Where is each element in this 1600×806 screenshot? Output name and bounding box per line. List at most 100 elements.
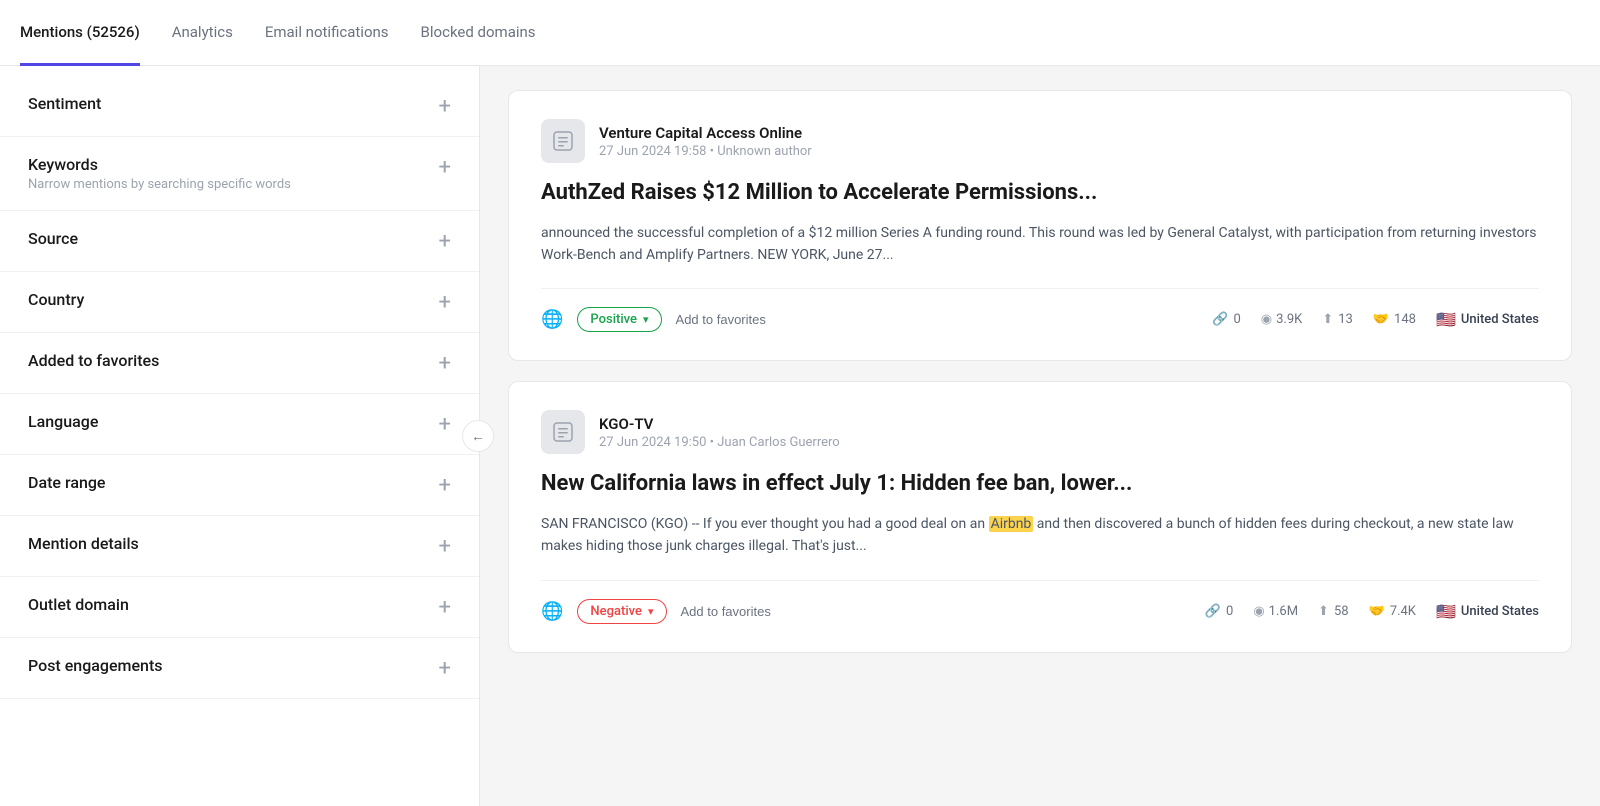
expand-filter-icon-date-range[interactable]: + — [439, 475, 451, 497]
sidebar-filter-label-mention-details: Mention details — [28, 534, 139, 553]
country-name: United States — [1461, 604, 1539, 619]
sidebar-filter-label-post-engagements: Post engagements — [28, 656, 163, 675]
sentiment-badge[interactable]: Positive ▾ — [577, 307, 661, 332]
engagements-value: 7.4K — [1390, 604, 1416, 619]
people-icon: 🤝 — [1373, 312, 1389, 327]
link-icon: 🔗 — [1205, 604, 1221, 619]
sidebar-filter-sublabel-keywords: Narrow mentions by searching specific wo… — [28, 177, 291, 192]
shares-value: 58 — [1334, 604, 1349, 619]
source-avatar — [541, 119, 585, 163]
sidebar: Sentiment + Keywords Narrow mentions by sea… — [0, 66, 480, 806]
globe-icon: 🌐 — [541, 601, 563, 622]
tab-email-notifications[interactable]: Email notifications — [265, 1, 389, 66]
add-to-favorites-button[interactable]: Add to favorites — [681, 604, 771, 619]
reach-icon: ◉ — [1261, 312, 1271, 327]
article-footer: 🌐Negative▾Add to favorites🔗0◉1.6M⬆58🤝7.4… — [541, 580, 1539, 624]
sidebar-filter-label-keywords: Keywords — [28, 155, 291, 174]
reach-stat: ◉ 1.6M — [1253, 604, 1298, 619]
main-layout: Sentiment + Keywords Narrow mentions by sea… — [0, 66, 1600, 806]
chart-icon: ⬆ — [1318, 604, 1329, 619]
link-icon: 🔗 — [1212, 312, 1228, 327]
engagements-value: 148 — [1394, 312, 1416, 327]
sidebar-filter-label-outlet-domain: Outlet domain — [28, 595, 129, 614]
collapse-sidebar-button[interactable]: ← — [462, 420, 494, 452]
highlight-text: Airbnb — [989, 516, 1034, 532]
sidebar-filter-country[interactable]: Country + — [0, 272, 479, 333]
sidebar-filter-mention-details[interactable]: Mention details + — [0, 516, 479, 577]
source-name: Venture Capital Access Online — [599, 124, 812, 142]
sidebar-filter-added-to-favorites[interactable]: Added to favorites + — [0, 333, 479, 394]
reach-stat: ◉ 3.9K — [1261, 312, 1303, 327]
links-stat: 🔗0 — [1212, 312, 1241, 327]
article-excerpt: SAN FRANCISCO (KGO) -- If you ever thoug… — [541, 513, 1539, 558]
expand-filter-icon-language[interactable]: + — [439, 414, 451, 436]
link-value: 0 — [1233, 312, 1240, 327]
sidebar-filter-label-source: Source — [28, 229, 78, 248]
article-card-article-2: KGO-TV 27 Jun 2024 19:50 • Juan Carlos Gu… — [508, 381, 1572, 652]
tab-analytics[interactable]: Analytics — [172, 1, 233, 66]
expand-filter-icon-sentiment[interactable]: + — [439, 96, 451, 118]
tabs-bar: Mentions (52526) Analytics Email notificat… — [0, 0, 1600, 66]
sidebar-filter-label-country: Country — [28, 290, 84, 309]
expand-filter-icon-country[interactable]: + — [439, 292, 451, 314]
reach-value: 1.6M — [1269, 604, 1298, 619]
globe-icon: 🌐 — [541, 309, 563, 330]
sidebar-filter-label-date-range: Date range — [28, 473, 106, 492]
sidebar-filter-label-language: Language — [28, 412, 98, 431]
tab-mentions[interactable]: Mentions (52526) — [20, 1, 140, 66]
stats-area: 🔗0◉3.9K⬆13🤝148🇺🇸United States — [1212, 310, 1539, 329]
sidebar-filter-keywords[interactable]: Keywords Narrow mentions by searching spe… — [0, 137, 479, 211]
expand-filter-icon-keywords[interactable]: + — [439, 157, 451, 179]
sidebar-filter-post-engagements[interactable]: Post engagements + — [0, 638, 479, 699]
shares-stat: ⬆ 13 — [1322, 312, 1353, 327]
link-value: 0 — [1226, 604, 1233, 619]
expand-filter-icon-post-engagements[interactable]: + — [439, 658, 451, 680]
chart-icon: ⬆ — [1322, 312, 1333, 327]
sentiment-badge[interactable]: Negative ▾ — [577, 599, 666, 624]
country-stat: 🇺🇸 United States — [1436, 602, 1539, 621]
article-footer: 🌐Positive▾Add to favorites🔗0◉3.9K⬆13🤝148… — [541, 288, 1539, 332]
country-flag: 🇺🇸 — [1436, 602, 1456, 621]
expand-filter-icon-outlet-domain[interactable]: + — [439, 597, 451, 619]
tab-blocked-domains[interactable]: Blocked domains — [421, 1, 536, 66]
sentiment-label: Negative — [590, 604, 642, 619]
stats-area: 🔗0◉1.6M⬆58🤝7.4K🇺🇸United States — [1205, 602, 1539, 621]
content-area: Venture Capital Access Online 27 Jun 2024… — [480, 66, 1600, 806]
source-meta: 27 Jun 2024 19:50 • Juan Carlos Guerrero — [599, 435, 840, 450]
article-header: Venture Capital Access Online 27 Jun 2024… — [541, 119, 1539, 163]
source-name: KGO-TV — [599, 415, 840, 433]
article-title[interactable]: New California laws in effect July 1: Hi… — [541, 470, 1539, 499]
expand-filter-icon-source[interactable]: + — [439, 231, 451, 253]
country-name: United States — [1461, 312, 1539, 327]
engagements-stat: 🤝 148 — [1373, 312, 1416, 327]
article-excerpt: announced the successful completion of a… — [541, 222, 1539, 267]
sidebar-filter-label-sentiment: Sentiment — [28, 94, 101, 113]
sidebar-filter-label-added-to-favorites: Added to favorites — [28, 351, 159, 370]
sidebar-filter-source[interactable]: Source + — [0, 211, 479, 272]
chevron-down-icon: ▾ — [643, 313, 649, 326]
source-info: Venture Capital Access Online 27 Jun 2024… — [599, 124, 812, 159]
sidebar-filter-outlet-domain[interactable]: Outlet domain + — [0, 577, 479, 638]
source-avatar — [541, 410, 585, 454]
expand-filter-icon-added-to-favorites[interactable]: + — [439, 353, 451, 375]
links-stat: 🔗0 — [1205, 604, 1234, 619]
country-stat: 🇺🇸United States — [1436, 310, 1539, 329]
chevron-down-icon: ▾ — [648, 605, 654, 618]
sentiment-label: Positive — [590, 312, 637, 327]
sidebar-filter-date-range[interactable]: Date range + — [0, 455, 479, 516]
article-title[interactable]: AuthZed Raises $12 Million to Accelerate… — [541, 179, 1539, 208]
people-icon: 🤝 — [1369, 604, 1385, 619]
shares-value: 13 — [1338, 312, 1353, 327]
reach-icon: ◉ — [1253, 604, 1263, 619]
shares-stat: ⬆ 58 — [1318, 604, 1349, 619]
add-to-favorites-button[interactable]: Add to favorites — [676, 312, 766, 327]
source-meta: 27 Jun 2024 19:58 • Unknown author — [599, 144, 812, 159]
article-card-article-1: Venture Capital Access Online 27 Jun 2024… — [508, 90, 1572, 361]
reach-value: 3.9K — [1276, 312, 1302, 327]
source-info: KGO-TV 27 Jun 2024 19:50 • Juan Carlos Gu… — [599, 415, 840, 450]
article-header: KGO-TV 27 Jun 2024 19:50 • Juan Carlos Gu… — [541, 410, 1539, 454]
expand-filter-icon-mention-details[interactable]: + — [439, 536, 451, 558]
sidebar-filter-sentiment[interactable]: Sentiment + — [0, 76, 479, 137]
sidebar-filter-language[interactable]: Language + — [0, 394, 479, 455]
engagements-stat: 🤝 7.4K — [1369, 604, 1416, 619]
